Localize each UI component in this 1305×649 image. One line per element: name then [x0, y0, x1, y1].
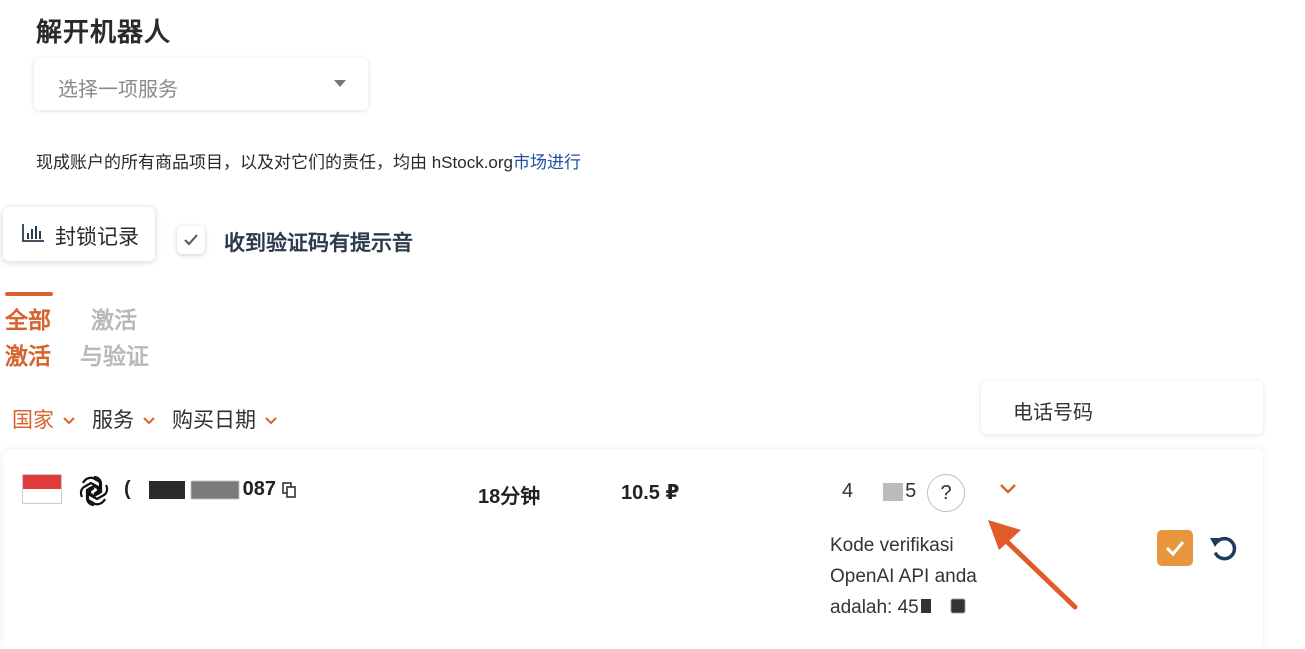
copy-icon[interactable] — [282, 481, 296, 498]
block-log-button[interactable]: 封锁记录 — [3, 207, 155, 261]
phone-search-placeholder: 电话号码 — [1013, 402, 1093, 424]
refresh-icon[interactable] — [1208, 532, 1240, 564]
tab-activation-verification[interactable]: 激活 与验证 — [80, 302, 149, 374]
tab-all-line2: 激活 — [5, 343, 51, 369]
filter-bar: 国家 服务 购买日期 — [12, 404, 294, 434]
annotation-arrow-icon — [988, 520, 1078, 610]
time-remaining: 18分钟 — [478, 486, 541, 508]
code-suffix: 5 — [905, 480, 917, 502]
phone-number-prefix: ( — [124, 478, 131, 500]
phone-number: ( 087 — [124, 478, 296, 501]
redaction-mask — [148, 480, 185, 499]
service-select-placeholder: 选择一项服务 — [58, 79, 178, 101]
redaction-mask — [920, 599, 931, 613]
sms-line: adalah: 45 — [830, 597, 919, 618]
block-log-label: 封锁记录 — [55, 226, 139, 249]
marketplace-notice: 现成账户的所有商品项目，以及对它们的责任，均由 hStock.org市场进行 — [36, 148, 581, 173]
check-icon — [184, 234, 198, 246]
price: 10.5 ₽ — [621, 482, 680, 504]
filter-date-label: 购买日期 — [172, 409, 256, 432]
code-prefix: 4 — [842, 480, 854, 502]
confirm-button[interactable] — [1157, 530, 1193, 566]
notice-link[interactable]: 市场进行 — [513, 153, 581, 172]
tab-activation-line1: 激活 — [91, 307, 137, 333]
active-tab-indicator — [5, 292, 53, 296]
tab-all-line1: 全部 — [5, 307, 51, 333]
chevron-down-icon — [265, 417, 277, 425]
sms-message: Kode verifikasi OpenAI API anda adalah: … — [830, 530, 1010, 623]
redaction-mask — [190, 480, 239, 499]
notice-text: 现成账户的所有商品项目，以及对它们的责任，均由 hStock.org — [36, 153, 513, 172]
chevron-down-icon[interactable] — [998, 482, 1018, 496]
tab-activation-line2: 与验证 — [80, 343, 149, 369]
filter-service[interactable]: 服务 — [92, 404, 156, 434]
check-icon — [1165, 541, 1185, 556]
phone-number-suffix: 087 — [242, 478, 277, 500]
service-select[interactable]: 选择一项服务 — [34, 58, 368, 110]
help-button[interactable]: ? — [927, 474, 965, 512]
filter-country[interactable]: 国家 — [12, 404, 76, 434]
tab-all-activations[interactable]: 全部 激活 — [5, 302, 51, 374]
filter-purchase-date[interactable]: 购买日期 — [172, 404, 278, 434]
sound-checkbox[interactable] — [177, 226, 205, 254]
redaction-mask — [883, 482, 904, 501]
phone-search-input[interactable]: 电话号码 — [981, 381, 1263, 434]
chevron-down-icon — [143, 417, 155, 425]
filter-service-label: 服务 — [92, 409, 134, 432]
page-title: 解开机器人 — [36, 17, 172, 47]
openai-icon — [79, 475, 109, 507]
verification-code: 4 5 — [842, 480, 916, 503]
filter-country-label: 国家 — [12, 409, 54, 432]
sms-line: OpenAI API anda — [830, 566, 977, 587]
redaction-mask — [950, 599, 965, 613]
caret-down-icon — [334, 80, 346, 87]
sms-line: Kode verifikasi — [830, 535, 954, 556]
sound-checkbox-label[interactable]: 收到验证码有提示音 — [224, 227, 413, 257]
bar-chart-icon — [22, 224, 44, 242]
chevron-down-icon — [63, 417, 75, 425]
indonesia-flag-icon — [22, 474, 62, 504]
